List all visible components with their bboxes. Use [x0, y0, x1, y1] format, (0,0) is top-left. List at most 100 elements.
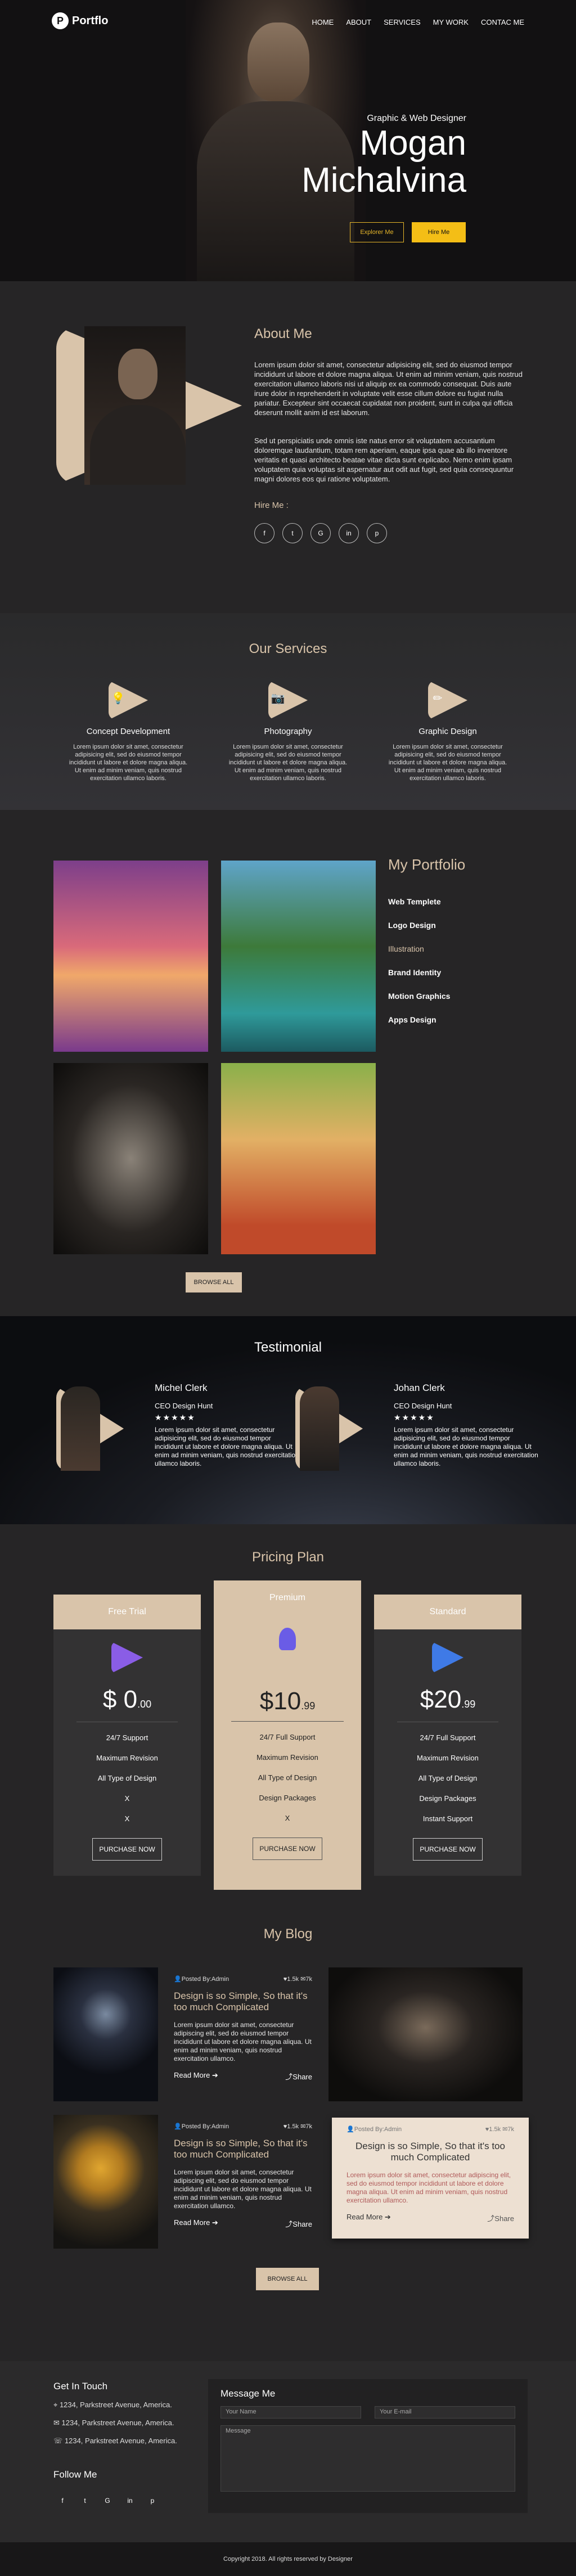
- contact-address: ⌖ 1234, Parkstreet Avenue, America.: [53, 2401, 172, 2409]
- portfolio-image-house[interactable]: [221, 861, 376, 1052]
- nav-contact[interactable]: CONTAC ME: [481, 18, 524, 26]
- google-icon[interactable]: G: [98, 2491, 116, 2511]
- logo-text: Portflo: [72, 14, 109, 27]
- service-text: Lorem ipsum dolor sit amet, consectetur …: [388, 744, 507, 782]
- portfolio-category[interactable]: Logo Design: [388, 921, 450, 944]
- portfolio-browse-button[interactable]: BROWSE ALL: [186, 1272, 242, 1292]
- portfolio-category[interactable]: Motion Graphics: [388, 992, 450, 1015]
- camera-icon: 📷: [268, 681, 308, 720]
- logo[interactable]: P Portflo: [52, 12, 108, 29]
- portfolio-category[interactable]: Apps Design: [388, 1015, 450, 1039]
- blog-post-text: Lorem ipsum dolor sit amet, consectetur …: [346, 2171, 511, 2204]
- blog-author: 👤Posted By:Admin: [174, 1976, 230, 1983]
- portfolio-image-dress[interactable]: [53, 1063, 208, 1254]
- blog-browse-button[interactable]: BROWSE ALL: [256, 2268, 319, 2290]
- plan-feature: 24/7 Full Support: [259, 1733, 316, 1741]
- explore-button[interactable]: Explorer Me: [350, 222, 404, 242]
- blog-section: My Blog 👤Posted By:Admin ♥1.5k ✉7k Design…: [0, 1901, 576, 2361]
- pricing-card-standard: Standard $20.99 24/7 Full Support Maximu…: [374, 1595, 521, 1876]
- plan-feature: Design Packages: [419, 1794, 476, 1803]
- blog-card-highlight: 👤Posted By:Admin ♥1.5k ✉7k Design is so S…: [332, 2118, 529, 2239]
- portfolio-image-girl[interactable]: [221, 1063, 376, 1254]
- portfolio-image-boat[interactable]: [53, 861, 208, 1052]
- plan-feature: All Type of Design: [258, 1773, 317, 1782]
- plan-feature: 24/7 Full Support: [420, 1733, 476, 1742]
- rocket-icon: [111, 1642, 143, 1673]
- blog-image-bowtie[interactable]: [328, 1967, 523, 2101]
- blog-meta: 👤Posted By:Admin ♥1.5k ✉7k: [174, 1975, 312, 1983]
- main-nav: HOME ABOUT SERVICES MY WORK CONTAC ME: [312, 18, 524, 26]
- read-more-link[interactable]: Read More ➔: [346, 2213, 391, 2223]
- linkedin-icon[interactable]: in: [121, 2491, 139, 2511]
- facebook-icon[interactable]: f: [53, 2491, 71, 2511]
- name-input[interactable]: Your Name: [220, 2406, 361, 2419]
- pricing-section: Pricing Plan Free Trial $ 0.00 24/7 Supp…: [0, 1524, 576, 1901]
- blog-post-title[interactable]: Design is so Simple, So that it's too mu…: [174, 1990, 312, 2013]
- portfolio-category[interactable]: Illustration: [388, 944, 450, 968]
- email-input[interactable]: Your E-mail: [375, 2406, 515, 2419]
- blog-image-moon[interactable]: [53, 2115, 158, 2249]
- blog-author: 👤Posted By:Admin: [346, 2126, 402, 2133]
- about-section: About Me Lorem ipsum dolor sit amet, con…: [0, 281, 576, 613]
- share-button[interactable]: ⤴Share: [487, 2213, 514, 2223]
- plan-feature: Maximum Revision: [256, 1753, 318, 1762]
- google-icon[interactable]: G: [310, 523, 331, 543]
- hero-buttons: Explorer Me Hire Me: [350, 222, 466, 242]
- service-name: Concept Development: [86, 727, 170, 736]
- facebook-icon[interactable]: f: [254, 523, 274, 543]
- nav-services[interactable]: SERVICES: [384, 18, 421, 26]
- pricing-card-premium: Premium $10.99 24/7 Full Support Maximum…: [214, 1580, 361, 1890]
- portfolio-category-list: Web Templete Logo Design Illustration Br…: [388, 897, 450, 1039]
- blog-stats: ♥1.5k ✉7k: [283, 1976, 312, 1983]
- nav-about[interactable]: ABOUT: [346, 18, 371, 26]
- read-more-link[interactable]: Read More ➔: [174, 2218, 218, 2229]
- pinterest-icon[interactable]: p: [367, 523, 387, 543]
- services-title: Our Services: [249, 641, 327, 656]
- about-title: About Me: [254, 326, 312, 341]
- blog-card: 👤Posted By:Admin ♥1.5k ✉7k Design is so S…: [159, 2115, 327, 2249]
- service-card: 📷 Photography Lorem ipsum dolor sit amet…: [227, 681, 349, 782]
- linkedin-icon[interactable]: in: [339, 523, 359, 543]
- read-more-link[interactable]: Read More ➔: [174, 2071, 218, 2082]
- twitter-icon[interactable]: t: [282, 523, 303, 543]
- testimonial-role: CEO Design Hunt: [394, 1402, 452, 1410]
- purchase-button[interactable]: PURCHASE NOW: [413, 1838, 483, 1861]
- testimonial-avatar: [300, 1386, 339, 1471]
- nav-my-work[interactable]: MY WORK: [433, 18, 469, 26]
- hero-name-line2: Michalvina: [302, 161, 466, 200]
- portfolio-section: My Portfolio Web Templete Logo Design Il…: [0, 810, 576, 1316]
- testimonial-role: CEO Design Hunt: [155, 1402, 213, 1410]
- twitter-icon[interactable]: t: [76, 2491, 94, 2511]
- rating-stars-icon: ★★★★★: [155, 1413, 196, 1422]
- plan-name: Premium: [214, 1580, 361, 1615]
- purchase-button[interactable]: PURCHASE NOW: [92, 1838, 162, 1861]
- pinterest-icon[interactable]: p: [143, 2491, 161, 2511]
- blog-stats: ♥1.5k ✉7k: [283, 2123, 312, 2130]
- message-textarea[interactable]: Message: [220, 2425, 515, 2492]
- contact-phone: ☏ 1234, Parkstreet Avenue, America.: [53, 2437, 177, 2445]
- about-paragraph-2: Sed ut perspiciatis unde omnis iste natu…: [254, 436, 514, 483]
- plan-price: $10.99: [259, 1687, 316, 1715]
- nav-home[interactable]: HOME: [312, 18, 334, 26]
- portfolio-category[interactable]: Web Templete: [388, 897, 450, 921]
- testimonial-section: Testimonial Michel Clerk CEO Design Hunt…: [0, 1316, 576, 1524]
- rating-stars-icon: ★★★★★: [394, 1413, 435, 1422]
- blog-stats: ♥1.5k ✉7k: [485, 2126, 514, 2133]
- hero-subtitle: Graphic & Web Designer: [367, 114, 466, 123]
- blog-post-title[interactable]: Design is so Simple, So that it's too mu…: [174, 2138, 312, 2160]
- services-section: Our Services 💡 Concept Development Lorem…: [0, 613, 576, 810]
- share-button[interactable]: ⤴Share: [285, 2071, 312, 2082]
- pricing-card-free: Free Trial $ 0.00 24/7 Support Maximum R…: [53, 1595, 201, 1876]
- purchase-button[interactable]: PURCHASE NOW: [253, 1838, 322, 1860]
- blog-image-planet[interactable]: [53, 1967, 158, 2101]
- blog-post-title[interactable]: Design is so Simple, So that it's too mu…: [346, 2141, 514, 2163]
- hire-button[interactable]: Hire Me: [412, 222, 466, 242]
- hero-name: Mogan Michalvina: [302, 125, 466, 199]
- contact-section: Get In Touch ⌖ 1234, Parkstreet Avenue, …: [0, 2361, 576, 2542]
- about-paragraph-1: Lorem ipsum dolor sit amet, consectetur …: [254, 361, 523, 417]
- share-button[interactable]: ⤴Share: [285, 2218, 312, 2229]
- blog-post-text: Lorem ipsum dolor sit amet, consectetur …: [174, 2168, 312, 2210]
- portfolio-category[interactable]: Brand Identity: [388, 968, 450, 992]
- testimonial-avatar: [61, 1386, 100, 1471]
- plan-price: $ 0.00: [102, 1686, 152, 1713]
